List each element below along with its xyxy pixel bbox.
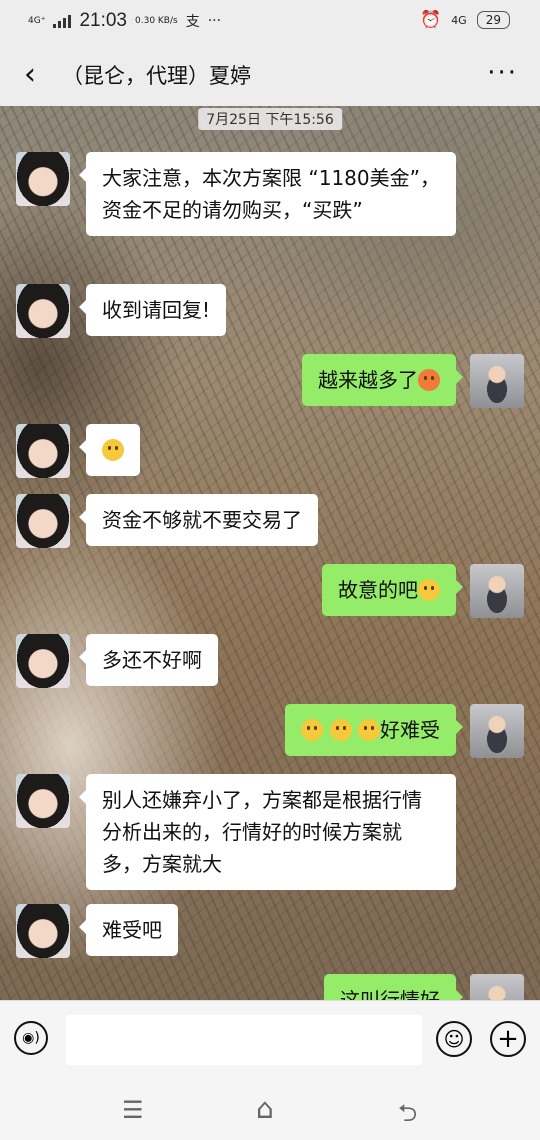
plus-icon: + (497, 1024, 519, 1054)
message-bubble-outgoing[interactable]: 故意的吧 (322, 564, 463, 616)
message-input[interactable] (66, 1015, 422, 1065)
input-bar: ◉) ☺ + (0, 1000, 540, 1081)
angry-face-icon (418, 369, 440, 391)
message-timestamp: 7月25日 下午15:56 (198, 108, 342, 130)
system-nav-bar: ☰ ⌂ ⮌ (0, 1080, 540, 1140)
pleading-face-icon (358, 719, 380, 741)
emoji-button[interactable]: ☺ (436, 1021, 472, 1057)
back-icon: ‹ (24, 56, 36, 92)
voice-icon: ◉) (22, 1030, 40, 1046)
contact-avatar[interactable] (16, 152, 70, 206)
message-bubble-outgoing[interactable]: 这叫行情好 (324, 974, 463, 1000)
message-bubble-incoming[interactable]: 大家注意，本次方案限 “1180美金”，资金不足的请勿购买，“买跌” (79, 152, 456, 236)
network-right: 4G (451, 13, 467, 27)
crying-face-icon (418, 579, 440, 601)
pleading-face-icon (329, 719, 352, 741)
message-text: 故意的吧 (338, 578, 418, 602)
my-avatar[interactable] (470, 564, 524, 618)
net-speed: 0.30 KB/s (135, 15, 178, 26)
my-avatar[interactable] (470, 354, 524, 408)
message-bubble-incoming[interactable] (79, 424, 140, 476)
chat-header: ‹ （昆仑，代理）夏婷 ··· (0, 42, 540, 106)
message-text: 好难受 (380, 718, 440, 742)
more-notifications-icon: ··· (207, 13, 222, 29)
back-nav-icon[interactable]: ⮌ (398, 1096, 417, 1137)
grin-face-icon (102, 439, 124, 461)
alarm-icon: ⏰ (420, 10, 442, 30)
contact-avatar[interactable] (16, 494, 70, 548)
message-bubble-incoming[interactable]: 别人还嫌弃小了，方案都是根据行情分析出来的，行情好的时候方案就多，方案就大 (79, 774, 456, 890)
smiley-icon: ☺ (443, 1027, 465, 1051)
contact-avatar[interactable] (16, 904, 70, 958)
contact-avatar[interactable] (16, 634, 70, 688)
status-bar: 4G⁺ 21:03 0.30 KB/s 支 ··· ⏰ 4G 29 (0, 0, 540, 42)
clock: 21:03 (79, 10, 127, 31)
more-button[interactable]: ··· (487, 58, 518, 88)
my-avatar[interactable] (470, 704, 524, 758)
home-icon[interactable]: ⌂ (256, 1092, 274, 1125)
battery-icon: 29 (476, 11, 510, 29)
menu-icon[interactable]: ☰ (122, 1096, 144, 1124)
more-actions-button[interactable]: + (490, 1021, 526, 1057)
chat-area[interactable]: 7月25日 下午15:56 大家注意，本次方案限 “1180美金”，资金不足的请… (0, 106, 540, 1000)
message-bubble-incoming[interactable]: 收到请回复! (78, 284, 227, 336)
message-bubble-incoming[interactable]: 资金不够就不要交易了 (79, 494, 318, 546)
pleading-face-icon (301, 719, 324, 741)
signal-icon (53, 14, 72, 28)
contact-avatar[interactable] (16, 774, 70, 828)
network-type: 4G⁺ (28, 16, 46, 26)
alipay-icon: 支 (185, 14, 200, 30)
contact-avatar[interactable] (16, 424, 70, 478)
voice-button[interactable]: ◉) (14, 1021, 48, 1055)
message-bubble-outgoing[interactable]: 越来越多了 (302, 354, 463, 406)
message-bubble-outgoing[interactable]: 好难受 (285, 704, 463, 756)
message-bubble-incoming[interactable]: 多还不好啊 (79, 634, 218, 686)
my-avatar[interactable] (470, 974, 524, 1000)
chat-title: （昆仑，代理）夏婷 (62, 64, 251, 88)
back-button[interactable]: ‹ (16, 56, 44, 92)
message-bubble-incoming[interactable]: 难受吧 (79, 904, 178, 956)
message-text: 越来越多了 (318, 368, 418, 392)
contact-avatar[interactable] (16, 284, 70, 338)
